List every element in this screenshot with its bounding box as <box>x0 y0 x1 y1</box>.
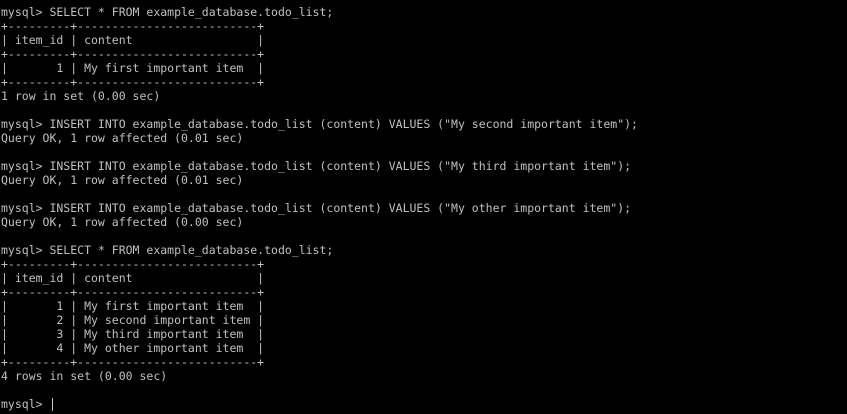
table-row: | 1 | My first important item | <box>1 61 265 75</box>
result-summary: 4 rows in set (0.00 sec) <box>1 369 168 383</box>
table-row: | 4 | My other important item | <box>1 341 265 355</box>
table-border: +---------+--------------------------+ <box>1 19 265 33</box>
terminal-window[interactable]: mysql> SELECT * FROM example_database.to… <box>0 0 847 414</box>
text-cursor <box>52 397 54 411</box>
result-summary: 1 row in set (0.00 sec) <box>1 89 161 103</box>
table-border: +---------+--------------------------+ <box>1 47 265 61</box>
table-header-row: | item_id | content | <box>1 33 265 47</box>
table-border: +---------+--------------------------+ <box>1 75 265 89</box>
command-line: mysql> SELECT * FROM example_database.to… <box>1 243 334 257</box>
query-result: Query OK, 1 row affected (0.01 sec) <box>1 131 244 145</box>
query-result: Query OK, 1 row affected (0.01 sec) <box>1 173 244 187</box>
table-border: +---------+--------------------------+ <box>1 285 265 299</box>
command-line: mysql> INSERT INTO example_database.todo… <box>1 159 632 173</box>
active-prompt-line[interactable]: mysql> <box>1 397 847 411</box>
table-header-row: | item_id | content | <box>1 271 265 285</box>
command-line: mysql> INSERT INTO example_database.todo… <box>1 201 632 215</box>
query-result: Query OK, 1 row affected (0.00 sec) <box>1 215 244 229</box>
table-row: | 1 | My first important item | <box>1 299 265 313</box>
command-line: mysql> INSERT INTO example_database.todo… <box>1 117 638 131</box>
table-row: | 3 | My third important item | <box>1 327 265 341</box>
table-border: +---------+--------------------------+ <box>1 355 265 369</box>
table-row: | 2 | My second important item | <box>1 313 265 327</box>
command-line: mysql> SELECT * FROM example_database.to… <box>1 5 334 19</box>
table-border: +---------+--------------------------+ <box>1 257 265 271</box>
prompt-label: mysql> <box>1 397 50 411</box>
